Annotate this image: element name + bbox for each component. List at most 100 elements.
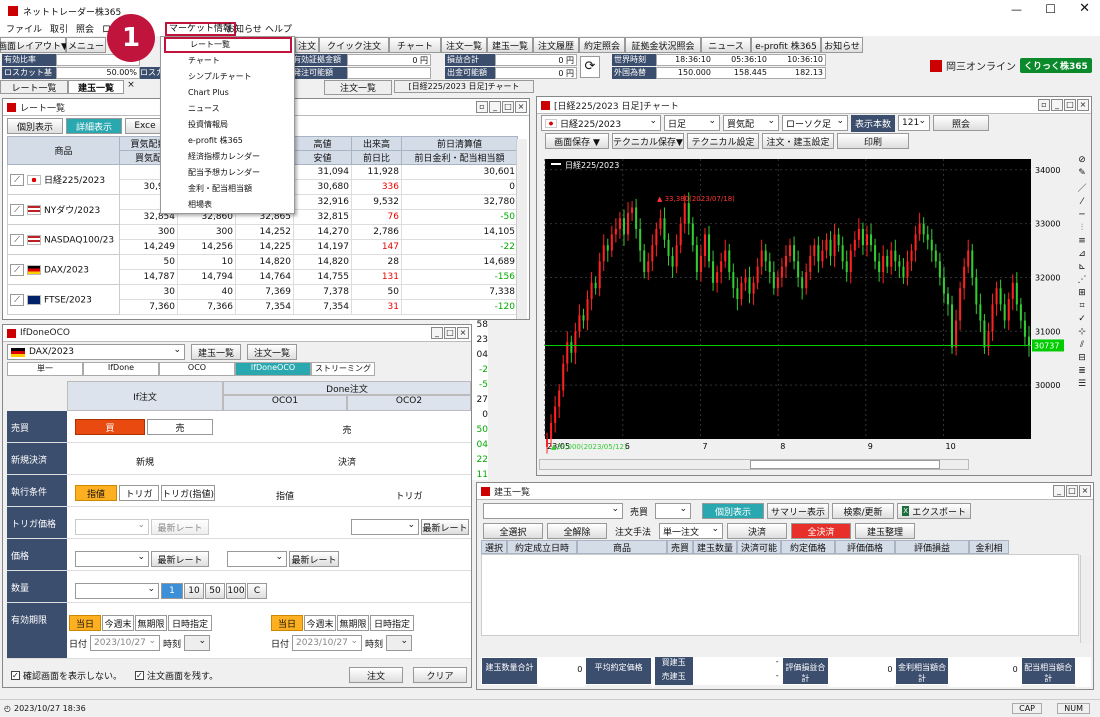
expiry-1-0[interactable]: 当日 — [271, 615, 303, 631]
toolbar-order-list[interactable]: 注文一覧 — [441, 37, 487, 53]
table-row[interactable]: ⟋ FTSE/2023 30 40 7,369 7,378 50 7,338 — [7, 284, 518, 315]
cond-trigger[interactable]: トリガ — [119, 485, 159, 501]
oco2-latest-button[interactable]: 最新レート — [421, 519, 469, 535]
chart-scrollbar[interactable] — [539, 459, 969, 470]
price-type-select[interactable]: 買気配 — [723, 115, 779, 131]
chart-product-select[interactable]: 日経225/2023 — [541, 115, 661, 131]
trigger-latest-button[interactable]: 最新レート — [151, 519, 209, 535]
price-chart[interactable]: 340003300032000310003000023/05 6 7 8 9 103073… — [539, 155, 1074, 455]
chart-tool-icon[interactable]: ⫶ — [1081, 223, 1083, 233]
side-select[interactable] — [655, 503, 692, 519]
toolbar-notice[interactable]: お知らせ — [821, 37, 863, 53]
keep-screen-checkbox[interactable]: ✓ — [135, 671, 145, 680]
save-screen-button[interactable]: 画面保存 ▼ — [545, 133, 609, 149]
chart-tool-icon[interactable]: ≡ — [1078, 236, 1086, 246]
dropdown-item-0[interactable]: レート一覧 — [164, 37, 292, 53]
method-select[interactable]: 単一注文 — [659, 523, 724, 539]
expiry-0-3[interactable]: 日時指定 — [168, 615, 212, 631]
dropdown-item-4[interactable]: ニュース — [161, 101, 294, 117]
toolbar-chart[interactable]: チャート — [389, 37, 441, 53]
expiry-0-2[interactable]: 無期限 — [135, 615, 167, 631]
product-select[interactable]: DAX/2023 — [7, 344, 185, 360]
x-icon[interactable]: × — [1077, 99, 1089, 111]
chart-tool-icon[interactable]: ⊘ — [1078, 155, 1086, 165]
pos-individual-button[interactable]: 個別表示 — [702, 503, 765, 519]
restore-icon[interactable]: ▫ — [476, 101, 488, 113]
chart-mini-icon[interactable]: ⟋ — [10, 293, 24, 306]
tab-close-icon[interactable]: × — [124, 80, 138, 94]
order-list-button[interactable]: 注文一覧 — [247, 344, 297, 360]
x-icon[interactable]: × — [457, 327, 469, 339]
cond-trigger-limit[interactable]: トリガ(指値) — [161, 485, 215, 501]
expiry-1-1[interactable]: 今週末 — [304, 615, 336, 631]
clear-button[interactable]: クリア — [413, 667, 467, 683]
chart-tool-icon[interactable]: ⊾ — [1078, 262, 1086, 272]
toolbar-order[interactable]: 注文 — [295, 37, 319, 53]
export-button[interactable]: X エクスポート — [897, 503, 972, 519]
chart-tool-icon[interactable]: ✎ — [1078, 168, 1086, 178]
order-button[interactable]: 注文 — [349, 667, 403, 683]
dropdown-item-7[interactable]: 経済指標カレンダー — [161, 149, 294, 165]
chart-tool-icon[interactable]: ⊿ — [1078, 249, 1086, 259]
sell-button[interactable]: 売 — [147, 419, 213, 435]
tab-position-list[interactable]: 建玉一覧 — [68, 80, 124, 94]
rate-scrollbar[interactable] — [516, 139, 527, 319]
dropdown-item-9[interactable]: 金利・配当相当額 — [161, 181, 294, 197]
tab-rate-list[interactable]: レート一覧 — [0, 80, 68, 94]
order-tab-2[interactable]: OCO — [159, 362, 235, 376]
x-icon[interactable]: × — [515, 101, 527, 113]
print-button[interactable]: 印刷 — [837, 133, 909, 149]
individual-view-button[interactable]: 個別表示 — [7, 118, 63, 134]
dropdown-item-10[interactable]: 相場表 — [161, 197, 294, 213]
no-confirm-checkbox[interactable]: ✓ — [11, 671, 20, 680]
oco2-trigger-input[interactable] — [351, 519, 419, 535]
chart-tool-icon[interactable]: ⊞ — [1078, 288, 1086, 298]
dropdown-item-1[interactable]: チャート — [161, 53, 294, 69]
chart-tool-icon[interactable]: ─ — [1079, 210, 1084, 220]
qty-button-C[interactable]: C — [247, 583, 267, 599]
buy-button[interactable]: 買 — [75, 419, 145, 435]
qty-button-50[interactable]: 50 — [205, 583, 225, 599]
expiry-0-1[interactable]: 今週末 — [102, 615, 134, 631]
layout-button[interactable]: 画面レイアウト▼ — [0, 37, 68, 53]
menu-button[interactable]: メニュー — [66, 37, 106, 53]
min-icon[interactable]: _ — [431, 327, 443, 339]
chart-mini-icon[interactable]: ⟋ — [10, 174, 24, 187]
menu-notice[interactable]: お知らせ — [226, 22, 262, 35]
x-icon[interactable]: × — [1079, 485, 1091, 497]
chart-tool-icon[interactable]: ✓ — [1078, 314, 1086, 324]
price-input[interactable] — [75, 551, 149, 567]
technical-settings-button[interactable]: テクニカル設定 — [687, 133, 759, 149]
deselect-all-button[interactable]: 全解除 — [547, 523, 607, 539]
chart-tool-icon[interactable]: ⁄ — [1081, 197, 1083, 207]
chart-tool-icon[interactable]: ／ — [1077, 181, 1086, 194]
excel-button[interactable]: Exce — [125, 118, 165, 134]
chart-style-select[interactable]: ローソク足 — [782, 115, 848, 131]
chart-tool-icon[interactable]: ⫽ — [1080, 340, 1084, 350]
time-input[interactable] — [184, 635, 211, 651]
toolbar-news[interactable]: ニュース — [701, 37, 751, 53]
expiry-0-0[interactable]: 当日 — [69, 615, 101, 631]
settle-button[interactable]: 決済 — [727, 523, 788, 539]
position-list-button[interactable]: 建玉一覧 — [191, 344, 241, 360]
detail-view-button[interactable]: 詳細表示 — [66, 118, 122, 134]
toolbar-quick-order[interactable]: クイック注文 — [319, 37, 389, 53]
organize-button[interactable]: 建玉整理 — [855, 523, 916, 539]
tab-chart[interactable]: [日経225/2023 日足]チャート — [394, 80, 534, 93]
maximize-icon[interactable]: ☐ — [1045, 2, 1056, 16]
toolbar-order-history[interactable]: 注文履歴 — [533, 37, 579, 53]
qty-input[interactable] — [75, 583, 159, 599]
max-icon[interactable]: □ — [1066, 485, 1078, 497]
date-input[interactable]: 2023/10/27 — [90, 635, 161, 651]
menu-file[interactable]: ファイル — [6, 22, 42, 36]
period-select[interactable]: 日足 — [664, 115, 720, 131]
min-icon[interactable]: _ — [489, 101, 501, 113]
cond-limit[interactable]: 指値 — [75, 485, 117, 501]
count-input[interactable]: 121 — [898, 115, 931, 131]
summary-button[interactable]: サマリー表示 — [767, 503, 830, 519]
dropdown-item-2[interactable]: シンプルチャート — [161, 69, 294, 85]
chart-tool-icon[interactable]: ⊹ — [1078, 327, 1086, 337]
price-latest-button[interactable]: 最新レート — [151, 551, 209, 567]
positions-vscroll[interactable] — [1080, 555, 1091, 643]
dropdown-item-8[interactable]: 配当予想カレンダー — [161, 165, 294, 181]
